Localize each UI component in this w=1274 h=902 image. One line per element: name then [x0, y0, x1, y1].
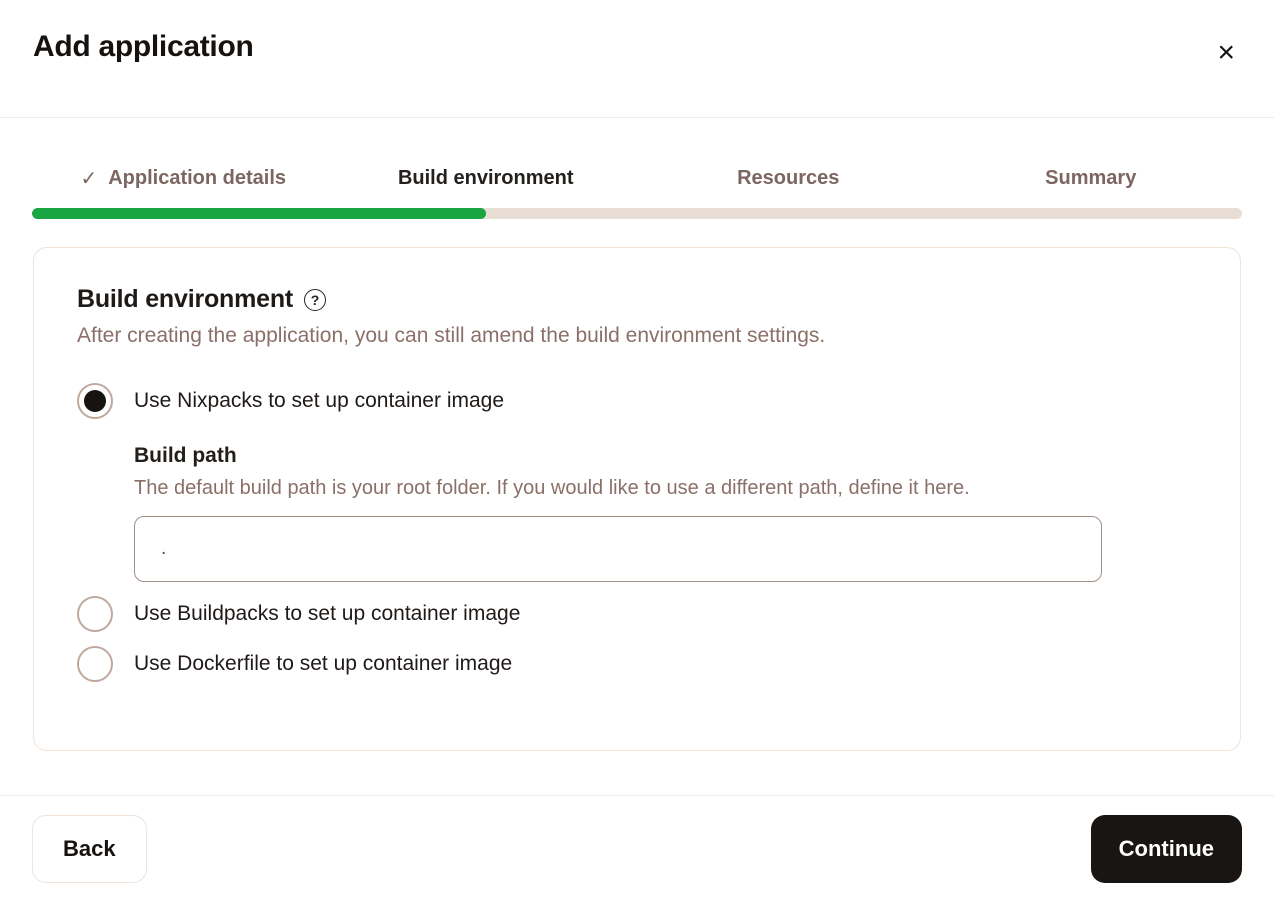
step-label: Resources: [737, 167, 839, 190]
help-icon[interactable]: ?: [304, 289, 326, 311]
add-application-modal: Add application × ✓ Application details …: [0, 0, 1274, 902]
wizard-stepper: ✓ Application details Build environment …: [0, 166, 1274, 219]
modal-header: Add application ×: [0, 0, 1274, 118]
close-icon[interactable]: ×: [1211, 32, 1241, 74]
radio-option-nixpacks[interactable]: Use Nixpacks to set up container image: [77, 383, 1197, 419]
card-heading-row: Build environment ?: [77, 285, 1197, 314]
step-label: Summary: [1045, 167, 1136, 190]
radio-button-selected[interactable]: [77, 383, 113, 419]
step-summary[interactable]: Summary: [940, 166, 1243, 191]
build-path-help: The default build path is your root fold…: [134, 477, 1197, 500]
progress-fill: [32, 208, 486, 219]
modal-footer: Back Continue: [0, 795, 1274, 902]
progress-track: [32, 208, 1242, 219]
step-labels: ✓ Application details Build environment …: [32, 166, 1242, 191]
radio-button[interactable]: [77, 646, 113, 682]
build-path-input[interactable]: [134, 516, 1102, 582]
step-resources[interactable]: Resources: [637, 166, 940, 191]
step-application-details[interactable]: ✓ Application details: [32, 166, 335, 191]
radio-button[interactable]: [77, 596, 113, 632]
back-button[interactable]: Back: [32, 815, 147, 883]
section-heading: Build environment: [77, 285, 293, 314]
option-label: Use Buildpacks to set up container image: [134, 602, 520, 626]
modal-title: Add application: [33, 30, 254, 64]
build-path-section: Build path The default build path is you…: [134, 444, 1197, 596]
step-label: Application details: [108, 167, 286, 190]
section-description: After creating the application, you can …: [77, 324, 1197, 348]
radio-option-dockerfile[interactable]: Use Dockerfile to set up container image: [77, 646, 1197, 682]
step-label: Build environment: [398, 167, 574, 190]
check-icon: ✓: [80, 166, 97, 191]
build-options-radio-group: Use Nixpacks to set up container image B…: [77, 383, 1197, 682]
build-path-label: Build path: [134, 444, 1197, 468]
option-label: Use Dockerfile to set up container image: [134, 652, 512, 676]
step-build-environment[interactable]: Build environment: [335, 166, 638, 191]
option-label: Use Nixpacks to set up container image: [134, 389, 504, 413]
continue-button[interactable]: Continue: [1091, 815, 1242, 883]
build-environment-card: Build environment ? After creating the a…: [33, 247, 1241, 751]
radio-option-buildpacks[interactable]: Use Buildpacks to set up container image: [77, 596, 1197, 632]
radio-dot: [84, 390, 106, 412]
